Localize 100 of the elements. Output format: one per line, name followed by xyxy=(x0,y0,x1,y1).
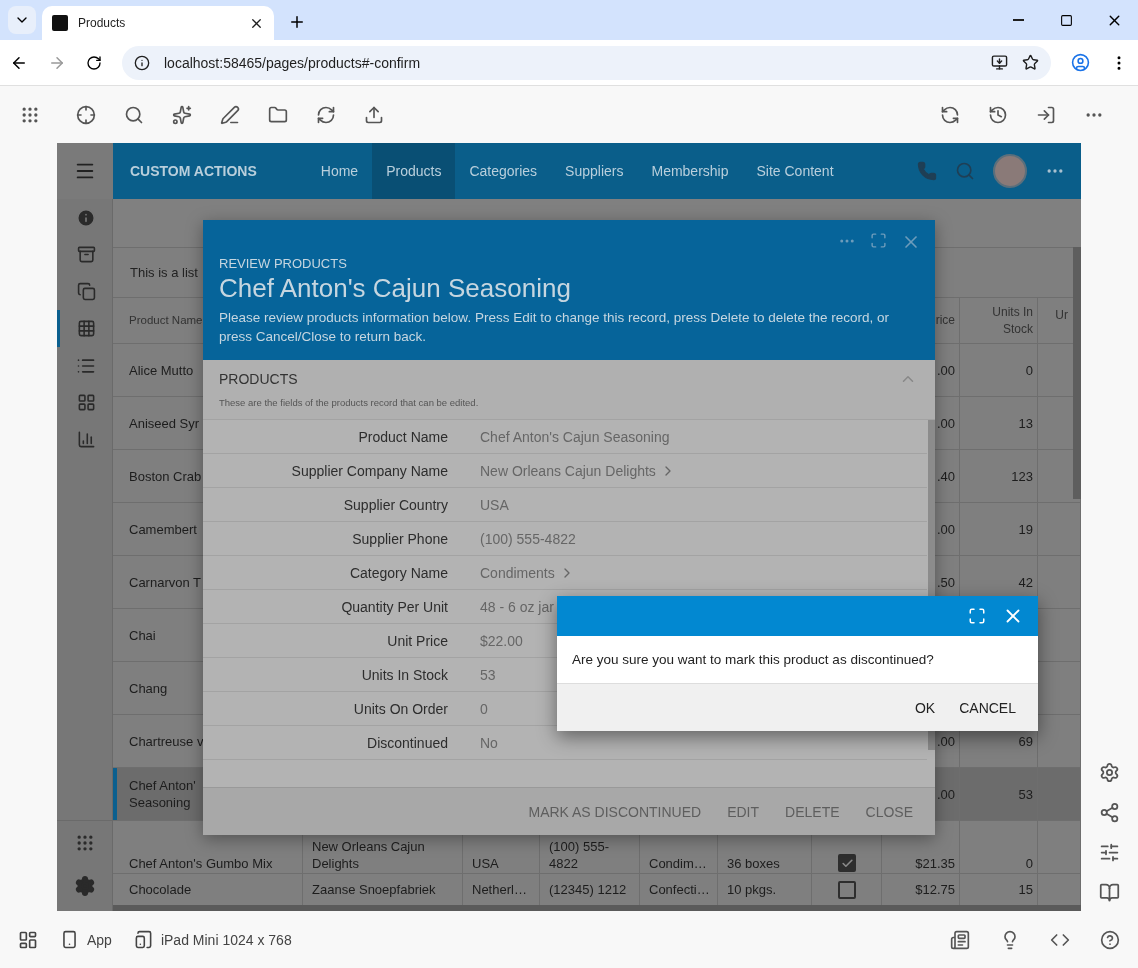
sync-icon[interactable] xyxy=(316,104,336,125)
tab-list-button[interactable] xyxy=(8,6,36,34)
devices-icon xyxy=(133,930,153,949)
product-name: Alice Mutto xyxy=(129,361,194,379)
action-button[interactable]: CLOSE xyxy=(855,797,923,826)
quantity: 36 boxes xyxy=(727,855,780,872)
field-label: Supplier Company Name xyxy=(290,462,448,479)
checkbox[interactable] xyxy=(838,880,856,899)
field-link[interactable]: Condiments xyxy=(480,564,927,581)
tiles-icon xyxy=(76,393,96,412)
crosshair-icon[interactable] xyxy=(76,104,96,125)
field-value: $22.00 xyxy=(480,632,523,649)
favicon-icon xyxy=(52,15,68,31)
price: .00 xyxy=(936,785,955,803)
refresh-icon[interactable] xyxy=(940,104,960,125)
grid-icon xyxy=(76,319,96,338)
reload-icon[interactable] xyxy=(86,54,102,71)
action-button[interactable]: MARK AS DISCONTINUED xyxy=(518,797,712,826)
help-icon[interactable] xyxy=(1100,929,1120,950)
column-header[interactable]: rice xyxy=(935,312,955,329)
address-field[interactable]: localhost:58465/pages/products#-confirm xyxy=(122,45,1051,80)
field-label: Units On Order xyxy=(352,700,448,717)
column-header[interactable]: Product Name xyxy=(129,312,203,329)
supplier-name: New Orleans Cajun Delights xyxy=(312,838,426,872)
brand: CUSTOM ACTIONS xyxy=(130,163,257,179)
edit-icon[interactable] xyxy=(220,104,240,125)
field-value: No xyxy=(480,734,498,751)
action-button[interactable]: EDIT xyxy=(717,797,770,826)
phone-icon xyxy=(60,930,79,949)
nav-item[interactable]: Site Content xyxy=(742,143,848,199)
field-link[interactable]: New Orleans Cajun Delights xyxy=(480,462,927,479)
minimize-icon xyxy=(1012,19,1024,21)
field-label: Supplier Phone xyxy=(351,530,448,547)
check-icon xyxy=(840,856,854,870)
nav-item[interactable]: Home xyxy=(306,143,373,199)
history-icon[interactable] xyxy=(988,104,1008,125)
column-header[interactable]: Units In Stock xyxy=(964,303,1033,338)
column-header[interactable]: Ur xyxy=(1055,307,1068,324)
product-name: Chocolade xyxy=(129,881,192,898)
price: .00 xyxy=(936,414,955,432)
nav-item[interactable]: Categories xyxy=(455,143,552,199)
stock-count: 53 xyxy=(1018,785,1033,803)
folder-icon[interactable] xyxy=(268,104,288,125)
pages-icon xyxy=(76,282,96,301)
field-value: 53 xyxy=(480,666,496,683)
checkbox[interactable] xyxy=(838,854,856,872)
new-tab-icon[interactable] xyxy=(288,13,306,31)
book-icon[interactable] xyxy=(1099,882,1120,903)
supplier-name: Zaanse Snoepfabriek xyxy=(312,881,436,898)
section-subtitle: These are the fields of the products record that can be edited. xyxy=(219,397,480,408)
field-label: Product Name xyxy=(357,428,448,445)
install-icon[interactable] xyxy=(991,54,1008,71)
price: .40 xyxy=(936,467,955,485)
action-button[interactable]: DELETE xyxy=(775,797,850,826)
bookmark-icon[interactable] xyxy=(1022,54,1039,71)
confirm-message: Are you sure you want to mark this product as discontinued? xyxy=(572,652,934,667)
field-label: Supplier Country xyxy=(342,496,448,513)
mode-button[interactable]: App xyxy=(60,930,112,949)
nav-item[interactable]: Suppliers xyxy=(551,143,638,199)
nav-item[interactable]: Membership xyxy=(637,143,743,199)
upload-icon[interactable] xyxy=(364,104,384,125)
product-name: Camembert xyxy=(129,520,197,538)
scrollbar[interactable] xyxy=(113,905,1081,911)
dialog-button[interactable]: OK xyxy=(904,693,946,722)
widgets-icon[interactable] xyxy=(18,929,38,950)
browser-tab[interactable]: Products xyxy=(42,6,274,40)
info-icon xyxy=(76,207,96,228)
exit-icon[interactable] xyxy=(1036,104,1056,125)
product-name: Chef Anton' Seasoning xyxy=(129,777,197,811)
scrollbar[interactable] xyxy=(1073,247,1081,499)
search-icon[interactable] xyxy=(124,104,144,125)
phone-number: (12345) 1212 xyxy=(549,881,627,898)
sliders-icon[interactable] xyxy=(1099,842,1120,863)
news-icon[interactable] xyxy=(950,929,970,950)
product-name: Chai xyxy=(129,626,156,644)
sparkles-icon[interactable] xyxy=(172,104,192,125)
stock-count: 0 xyxy=(1025,855,1033,872)
product-name: Boston Crab xyxy=(129,467,202,485)
fullscreen-icon[interactable] xyxy=(968,607,986,625)
quantity: 10 pkgs. xyxy=(727,881,777,898)
profile-icon[interactable] xyxy=(1071,53,1090,72)
field-label: Discontinued xyxy=(366,734,448,751)
info-icon xyxy=(134,54,150,71)
maximize-icon xyxy=(1059,13,1073,27)
country: Netherl… xyxy=(472,881,527,898)
device-button[interactable]: iPad Mini 1024 x 768 xyxy=(133,930,292,949)
field-label: Category Name xyxy=(348,564,448,581)
menu-button[interactable] xyxy=(57,143,113,199)
dialog-button[interactable]: CANCEL xyxy=(949,693,1026,722)
stock-count: 123 xyxy=(1011,467,1033,485)
product-name: Carnarvon T xyxy=(129,573,201,591)
price: $12.75 xyxy=(915,881,955,898)
product-name: Aniseed Syr xyxy=(129,414,200,432)
share-icon[interactable] xyxy=(1099,802,1120,823)
list-description: This is a list xyxy=(130,265,198,280)
category: Confecti… xyxy=(649,881,710,898)
nav-item[interactable]: Products xyxy=(372,143,456,199)
bar-chart-icon xyxy=(76,430,96,449)
selection-bar xyxy=(113,768,117,820)
product-name: Chang xyxy=(129,679,168,697)
